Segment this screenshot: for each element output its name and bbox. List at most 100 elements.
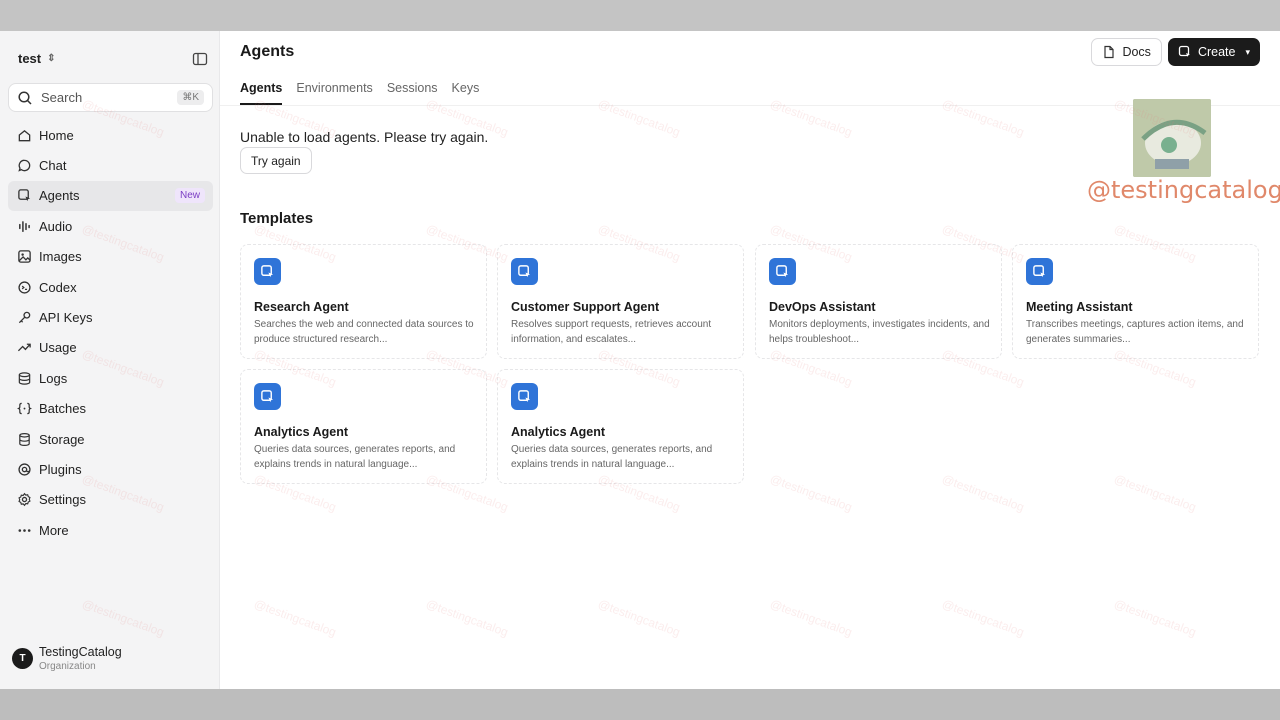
sidebar-item-api-keys[interactable]: API Keys xyxy=(8,302,213,332)
tab-agents[interactable]: Agents xyxy=(240,81,283,105)
app-window: test ⇕ Search ⌘K Home Chat Agents New Audio I… xyxy=(0,31,1280,689)
tab-sessions[interactable]: Sessions xyxy=(387,81,438,105)
create-label: Create xyxy=(1197,45,1236,59)
tab-environments[interactable]: Environments xyxy=(296,81,372,105)
usage-icon xyxy=(16,340,32,356)
sidebar-item-label: Home xyxy=(39,127,74,143)
sidebar-item-home[interactable]: Home xyxy=(8,120,213,150)
top-actions: Docs Create ▾ xyxy=(1091,38,1260,66)
agent-icon xyxy=(511,383,538,410)
settings-icon xyxy=(16,492,32,508)
search-icon xyxy=(17,90,33,106)
sidebar-item-label: Images xyxy=(39,249,82,265)
project-switcher[interactable]: test ⇕ xyxy=(18,51,56,66)
docs-label: Docs xyxy=(1122,45,1151,59)
sidebar-item-settings[interactable]: Settings xyxy=(8,485,213,515)
docs-button[interactable]: Docs xyxy=(1091,38,1162,66)
tab-divider xyxy=(220,105,1280,106)
template-card[interactable]: Meeting Assistant Transcribes meetings, c… xyxy=(1012,244,1259,359)
chevron-down-icon: ▾ xyxy=(1245,46,1250,57)
sidebar-item-images[interactable]: Images xyxy=(8,242,213,272)
sidebar-item-label: More xyxy=(39,522,69,538)
tab-bar: Agents Environments Sessions Keys xyxy=(240,81,479,105)
template-title: Research Agent xyxy=(254,300,349,314)
template-title: Meeting Assistant xyxy=(1026,300,1133,314)
sidebar-item-batches[interactable]: Batches xyxy=(8,394,213,424)
sidebar-item-agents[interactable]: Agents New xyxy=(8,180,213,212)
tab-keys[interactable]: Keys xyxy=(452,81,480,105)
main-content: Agents Docs Create ▾ Agents Environments S… xyxy=(220,31,1280,689)
sidebar-item-label: Usage xyxy=(39,340,77,356)
sidebar-item-label: API Keys xyxy=(39,310,93,326)
sidebar-item-label: Batches xyxy=(39,401,86,417)
sidebar-item-label: Plugins xyxy=(39,461,82,477)
storage-icon xyxy=(16,431,32,447)
template-title: Analytics Agent xyxy=(511,425,606,439)
sidebar-item-chat[interactable]: Chat xyxy=(8,150,213,180)
more-icon xyxy=(16,522,32,538)
search-shortcut: ⌘K xyxy=(177,90,204,105)
agents-icon xyxy=(16,188,32,204)
logs-icon xyxy=(16,370,32,386)
page-title: Agents xyxy=(240,43,295,60)
sidebar-item-logs[interactable]: Logs xyxy=(8,363,213,393)
template-description: Searches the web and connected data sour… xyxy=(254,319,474,345)
template-card[interactable]: Customer Support Agent Resolves support r… xyxy=(497,244,744,359)
create-button[interactable]: Create ▾ xyxy=(1167,38,1260,66)
chevron-updown-icon: ⇕ xyxy=(47,53,56,64)
sidebar: test ⇕ Search ⌘K Home Chat Agents New Audio I… xyxy=(0,31,220,689)
template-description: Monitors deployments, investigates incid… xyxy=(769,319,990,345)
template-title: Analytics Agent xyxy=(254,425,349,439)
agent-icon xyxy=(254,383,281,410)
watermark-logo xyxy=(1133,99,1211,177)
bottom-bezel xyxy=(0,689,1280,720)
sidebar-item-label: Audio xyxy=(39,218,73,234)
sidebar-item-label: Agents xyxy=(39,188,80,204)
sidebar-item-label: Settings xyxy=(39,492,86,508)
search-label: Search xyxy=(41,90,83,105)
sidebar-item-audio[interactable]: Audio xyxy=(8,211,213,241)
template-card[interactable]: Analytics Agent Queries data sources, gen… xyxy=(497,369,744,484)
agent-icon xyxy=(769,258,796,285)
sidebar-item-usage[interactable]: Usage xyxy=(8,333,213,363)
template-card[interactable]: Research Agent Searches the web and conne… xyxy=(240,244,487,359)
document-icon xyxy=(1102,45,1116,59)
org-type: Organization xyxy=(39,661,96,672)
avatar: T xyxy=(12,648,33,669)
template-description: Resolves support requests, retrieves acc… xyxy=(511,319,712,345)
project-name: test xyxy=(18,51,42,66)
search-input[interactable]: Search ⌘K xyxy=(8,83,213,112)
org-switcher[interactable]: T TestingCatalog Organization xyxy=(12,645,122,672)
template-description: Transcribes meetings, captures action it… xyxy=(1026,319,1244,345)
sidebar-nav: Home Chat Agents New Audio Images Codex API Key… xyxy=(8,120,213,545)
try-again-button[interactable]: Try again xyxy=(240,147,312,174)
template-description: Queries data sources, generates reports,… xyxy=(511,444,713,470)
agent-icon xyxy=(511,258,538,285)
templates-heading: Templates xyxy=(240,210,314,227)
images-icon xyxy=(16,249,32,265)
sidebar-toggle-icon[interactable] xyxy=(192,51,208,67)
sidebar-item-storage[interactable]: Storage xyxy=(8,424,213,454)
sidebar-item-label: Storage xyxy=(39,431,85,447)
chat-icon xyxy=(16,158,32,174)
template-card[interactable]: Analytics Agent Queries data sources, gen… xyxy=(240,369,487,484)
template-title: DevOps Assistant xyxy=(769,300,876,314)
template-title: Customer Support Agent xyxy=(511,300,660,314)
sidebar-item-more[interactable]: More xyxy=(8,515,213,545)
watermark-text: @testingcatalog xyxy=(1087,176,1280,204)
home-icon xyxy=(16,127,32,143)
org-name: TestingCatalog xyxy=(39,645,122,659)
sidebar-item-label: Chat xyxy=(39,158,67,174)
sidebar-item-plugins[interactable]: Plugins xyxy=(8,454,213,484)
agent-icon xyxy=(1178,45,1192,59)
agent-icon xyxy=(1026,258,1053,285)
agent-icon xyxy=(254,258,281,285)
error-message: Unable to load agents. Please try again. xyxy=(240,129,489,145)
sidebar-item-codex[interactable]: Codex xyxy=(8,272,213,302)
template-description: Queries data sources, generates reports,… xyxy=(254,444,456,470)
plugins-icon xyxy=(16,461,32,477)
key-icon xyxy=(16,310,32,326)
new-badge: New xyxy=(174,188,205,204)
audio-icon xyxy=(16,218,32,234)
template-card[interactable]: DevOps Assistant Monitors deployments, in… xyxy=(755,244,1002,359)
